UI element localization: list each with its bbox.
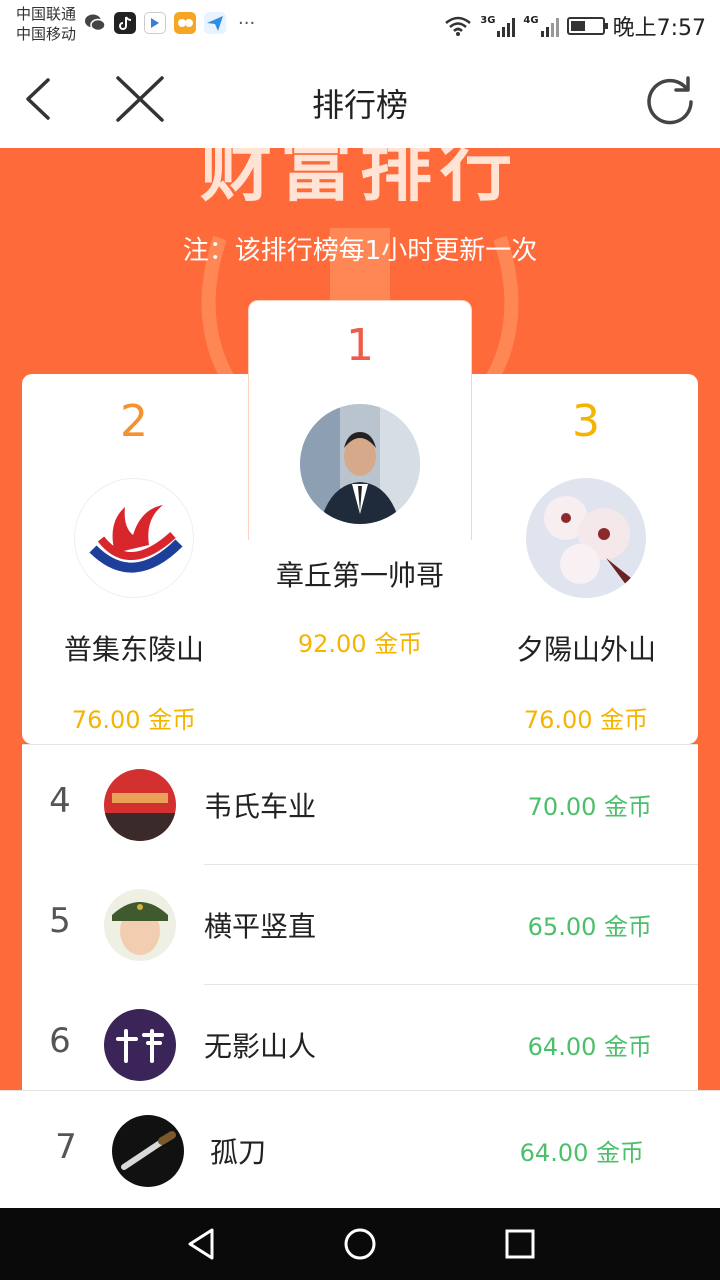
- woman-in-cap-avatar: [104, 889, 176, 961]
- row-coins: 64.00 金币: [527, 1033, 652, 1061]
- rank-1-coins: 92.00 金币: [297, 630, 423, 658]
- red-blue-logo-avatar[interactable]: [74, 478, 194, 598]
- man-in-suit-avatar[interactable]: [300, 404, 420, 524]
- row-coins: 70.00 金币: [527, 793, 652, 821]
- system-home-icon[interactable]: [342, 1226, 378, 1262]
- system-recents-icon[interactable]: [502, 1226, 538, 1262]
- calligraphy-avatar: [104, 1009, 176, 1081]
- rank-2-name: 普集东陵山: [63, 633, 204, 666]
- tiktok-icon: [114, 12, 136, 34]
- rank-2-number: 2: [120, 396, 148, 447]
- notification-icons: ···: [84, 12, 255, 34]
- row-coins: 64.00 金币: [519, 1139, 644, 1167]
- page-title: 排行榜: [311, 86, 408, 124]
- status-bar: 中国联通 中国移动 ··· 3G 4G 晚上7:57: [0, 0, 720, 50]
- system-navigation-bar: [0, 1208, 720, 1280]
- row-rank: 4: [49, 781, 71, 821]
- list-item[interactable]: 5 横平竖直 65.00 金币: [22, 865, 698, 985]
- banner-heading: 财富排行: [199, 148, 520, 211]
- video-app-icon: [144, 12, 166, 34]
- update-notice: 注：该排行榜每1小时更新一次: [182, 236, 538, 266]
- rank-2-coins: 76.00 金币: [71, 706, 197, 734]
- blossom-avatar[interactable]: [526, 478, 646, 598]
- carrier-1: 中国联通: [16, 5, 77, 23]
- signal-3g-icon: 3G: [480, 15, 516, 37]
- send-app-icon: [204, 12, 226, 34]
- network-2-label: 4G: [523, 15, 539, 26]
- rank-3-coins: 76.00 金币: [523, 706, 649, 734]
- wifi-icon: [445, 16, 472, 36]
- more-notifications-icon: ···: [238, 12, 256, 34]
- row-name: 横平竖直: [204, 910, 317, 943]
- rank-1-number: 1: [346, 320, 374, 371]
- rank-3-name: 夕陽山外山: [515, 633, 656, 666]
- network-1-label: 3G: [480, 15, 496, 26]
- battery-icon: [566, 17, 608, 35]
- ranking-list: 4 韦氏车业 70.00 金币 5 横平竖直 65.00 金币 6 无影山人 6…: [22, 744, 698, 1105]
- status-indicators: 3G 4G 晚上7:57: [444, 10, 706, 42]
- navigation-bar: 排行榜: [0, 50, 720, 148]
- wechat-icon: [84, 12, 106, 34]
- game-app-icon: [174, 12, 196, 34]
- row-rank: 7: [55, 1127, 77, 1167]
- row-name: 韦氏车业: [204, 790, 317, 823]
- shop-banner-avatar: [104, 769, 176, 841]
- system-back-icon[interactable]: [184, 1226, 220, 1262]
- carrier-2: 中国移动: [16, 25, 77, 43]
- row-name: 无影山人: [204, 1030, 317, 1063]
- row-name: 孤刀: [210, 1136, 267, 1169]
- row-rank: 6: [49, 1021, 71, 1061]
- rank-1-name: 章丘第一帅哥: [275, 559, 444, 592]
- carrier-labels: 中国联通 中国移动: [16, 4, 76, 44]
- row-rank: 5: [49, 901, 71, 941]
- blade-avatar: [112, 1115, 184, 1187]
- row-coins: 65.00 金币: [527, 913, 652, 941]
- list-item[interactable]: 4 韦氏车业 70.00 金币: [22, 745, 698, 865]
- rank-3-number: 3: [572, 396, 600, 447]
- signal-4g-icon: 4G: [523, 15, 559, 37]
- refresh-icon[interactable]: [642, 72, 698, 128]
- list-item[interactable]: 6 无影山人 64.00 金币: [22, 985, 698, 1105]
- clock: 晚上7:57: [612, 16, 706, 41]
- pinned-user-row[interactable]: 7 孤刀 64.00 金币: [0, 1090, 720, 1208]
